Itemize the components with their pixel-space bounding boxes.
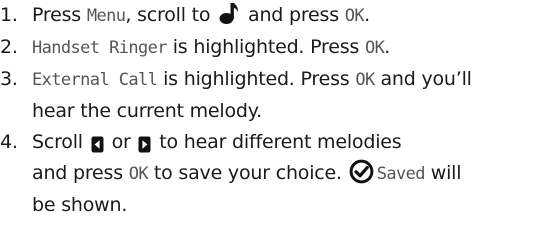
key-ok: OK [355,70,375,90]
step-text-fragment: is highlighted. Press [166,36,365,58]
step-text-fragment: is highlighted. Press [157,68,356,90]
step-text: Handset Ringer is highlighted. Press OK. [32,32,543,64]
step-text-fragment: and press [32,162,129,184]
step-text-continued: hear the current melody. [32,100,262,122]
left-arrow-key-icon [91,132,104,153]
step-1: 1. Press Menu, scroll to and press OK. [0,0,543,32]
key-menu: Menu [86,6,126,26]
step-number: 1. [0,4,18,26]
step-text-fragment: Press [32,4,87,26]
key-ok: OK [364,38,385,58]
step-text-fragment: will [424,162,462,184]
step-text-fragment: to save your choice. [148,162,348,184]
menu-handset-ringer: Handset Ringer [32,38,167,58]
key-ok: OK [128,164,149,184]
step-text-fragment: and you’ll [374,68,472,90]
step-text-continued: be shown. [32,194,128,216]
step-text: Press Menu, scroll to and press OK. [32,0,543,32]
step-number: 3. [0,68,18,90]
menu-external-call: External Call [32,70,158,90]
step-2: 2. Handset Ringer is highlighted. Press … [0,32,543,64]
step-text-fragment: or [105,131,137,153]
step-text-fragment: , scroll to [125,4,217,26]
step-number: 2. [0,36,18,58]
step-text: External Call is highlighted. Press OK a… [32,64,543,96]
step-text-fragment: . [384,36,391,58]
step-number: 4. [0,131,18,153]
step-text-continued: and press OK to save your choice. Saved … [32,158,543,190]
step-text-fragment: Scroll [32,131,89,153]
key-ok: OK [344,6,365,26]
check-circle-icon [349,159,374,184]
step-4: 4. Scroll or to hear different melodies … [0,127,543,221]
step-text-fragment: to hear different melodies [153,131,402,153]
right-arrow-key-icon [138,132,151,153]
music-note-icon [219,1,239,25]
step-text-fragment: and press [242,4,345,26]
display-saved: Saved [376,164,426,184]
step-text: Scroll or to hear different melodies [32,127,543,158]
step-text-fragment: . [364,4,370,26]
instruction-steps: 1. Press Menu, scroll to and press OK. 2… [0,0,543,221]
step-3: 3. External Call is highlighted. Press O… [0,64,543,127]
